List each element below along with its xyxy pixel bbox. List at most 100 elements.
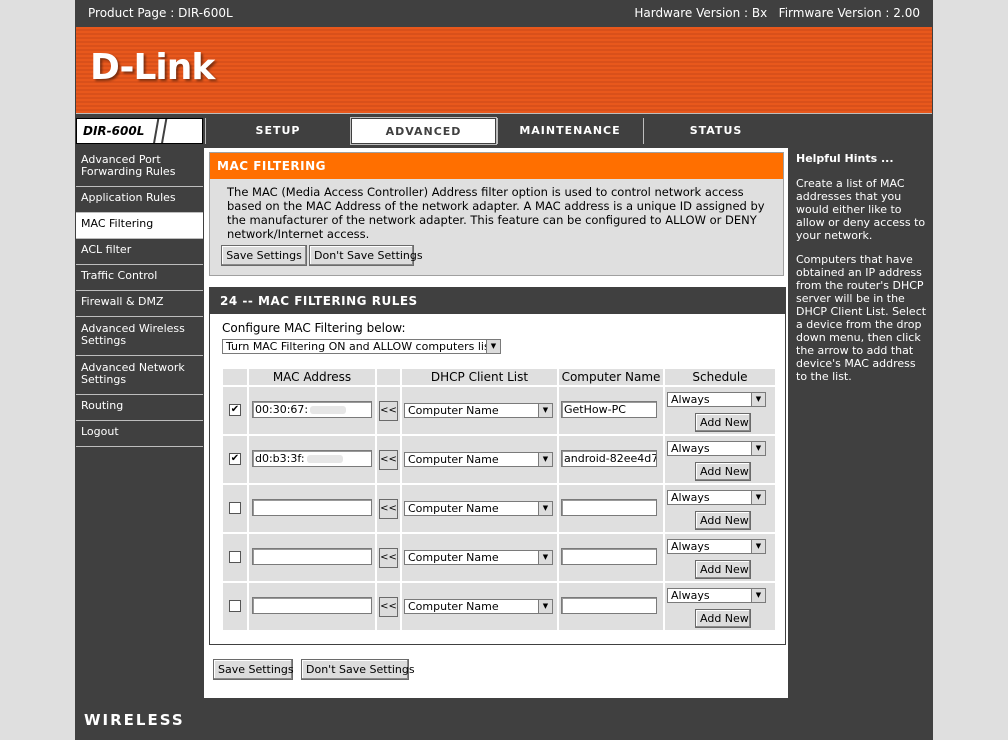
page-frame: Product Page : DIR-600L Hardware Version… (75, 0, 933, 740)
copy-mac-button[interactable]: << (379, 597, 398, 617)
rule-enable-checkbox[interactable] (229, 502, 241, 514)
chevron-down-icon: ▼ (486, 340, 500, 353)
dhcp-client-select[interactable]: Computer Name ▼ (404, 550, 553, 565)
dont-save-settings-button[interactable]: Don't Save Settings (309, 245, 423, 266)
schedule-select[interactable]: Always ▼ (667, 392, 766, 407)
computer-cell (559, 583, 663, 630)
copy-cell: << (377, 583, 400, 630)
save-settings-button[interactable]: Save Settings (221, 245, 307, 266)
add-new-schedule-button[interactable]: Add New (695, 462, 751, 481)
tab-setup[interactable]: SETUP (205, 118, 350, 144)
rule-enable-checkbox[interactable]: ✔ (229, 404, 241, 416)
sidebar-item-port-forwarding[interactable]: Advanced Port Forwarding Rules (76, 148, 203, 187)
chevron-down-icon: ▼ (751, 540, 765, 553)
sidebar-item-mac-filtering[interactable]: MAC Filtering (76, 213, 203, 239)
copy-mac-button[interactable]: << (379, 548, 398, 568)
rule-enable-checkbox[interactable] (229, 551, 241, 563)
sidebar-item-traffic-control[interactable]: Traffic Control (76, 265, 203, 291)
schedule-select[interactable]: Always ▼ (667, 539, 766, 554)
dhcp-client-select[interactable]: Computer Name ▼ (404, 403, 553, 418)
header-dhcp-client-list: DHCP Client List (402, 369, 557, 385)
sidebar: Advanced Port Forwarding Rules Applicati… (76, 148, 203, 447)
add-new-schedule-button[interactable]: Add New (695, 560, 751, 579)
computer-name-input[interactable] (561, 597, 657, 614)
add-new-schedule-button[interactable]: Add New (695, 511, 751, 530)
mac-address-input[interactable] (252, 548, 372, 565)
table-row: ✔ 00:30:67: << Computer Name ▼ GetHow-PC Alway… (223, 387, 775, 434)
copy-cell: << (377, 485, 400, 532)
schedule-value: Always (671, 540, 710, 553)
sidebar-item-application-rules[interactable]: Application Rules (76, 187, 203, 213)
copy-cell: << (377, 534, 400, 581)
mac-address-input[interactable]: d0:b3:3f: (252, 450, 372, 467)
computer-name-input[interactable]: GetHow-PC (561, 401, 657, 418)
sidebar-item-firewall-dmz[interactable]: Firewall & DMZ (76, 291, 203, 317)
computer-name-input[interactable]: android-82ee4d7fe (561, 450, 657, 467)
dont-save-settings-bottom-button[interactable]: Don't Save Settings (301, 659, 415, 680)
mac-address-input[interactable]: 00:30:67: (252, 401, 372, 418)
copy-mac-button[interactable]: << (379, 499, 398, 519)
dhcp-client-select[interactable]: Computer Name ▼ (404, 501, 553, 516)
chevron-down-icon: ▼ (538, 502, 552, 515)
dhcp-client-select[interactable]: Computer Name ▼ (404, 452, 553, 467)
mac-cell: 00:30:67: (249, 387, 375, 434)
footer: WIRELESS (75, 700, 933, 740)
computer-name-input[interactable] (561, 548, 657, 565)
dhcp-client-value: Computer Name (408, 551, 499, 564)
mac-address-input[interactable] (252, 597, 372, 614)
dhcp-client-value: Computer Name (408, 404, 499, 417)
sidebar-item-acl-filter[interactable]: ACL filter (76, 239, 203, 265)
add-new-schedule-button[interactable]: Add New (695, 413, 751, 432)
save-settings-bottom-button[interactable]: Save Settings (213, 659, 294, 680)
dhcp-cell: Computer Name ▼ (402, 485, 557, 532)
copy-mac-button[interactable]: << (379, 450, 398, 470)
schedule-select[interactable]: Always ▼ (667, 588, 766, 603)
mac-address-value: 00:30:67: (255, 403, 309, 416)
redacted-mac (306, 455, 343, 463)
sidebar-item-logout[interactable]: Logout (76, 421, 203, 447)
schedule-cell: Always ▼ Add New (665, 436, 775, 483)
mac-cell (249, 485, 375, 532)
computer-name-input[interactable] (561, 499, 657, 516)
chevron-down-icon: ▼ (751, 393, 765, 406)
filter-mode-select[interactable]: Turn MAC Filtering ON and ALLOW computer… (222, 339, 501, 354)
copy-cell: << (377, 436, 400, 483)
tab-advanced[interactable]: ADVANCED (350, 117, 497, 145)
mac-cell (249, 583, 375, 630)
filter-mode-value: Turn MAC Filtering ON and ALLOW computer… (226, 340, 501, 353)
header-computer-name: Computer Name (559, 369, 663, 385)
schedule-cell: Always ▼ Add New (665, 485, 775, 532)
schedule-select[interactable]: Always ▼ (667, 441, 766, 456)
mac-address-input[interactable] (252, 499, 372, 516)
product-page-label: Product Page : DIR-600L (88, 6, 233, 20)
tab-status[interactable]: STATUS (643, 118, 788, 144)
redacted-mac (310, 406, 347, 414)
schedule-value: Always (671, 393, 710, 406)
model-badge: DIR-600L (76, 118, 203, 144)
schedule-select[interactable]: Always ▼ (667, 490, 766, 505)
dhcp-client-select[interactable]: Computer Name ▼ (404, 599, 553, 614)
tab-maintenance[interactable]: MAINTENANCE (497, 118, 642, 144)
dhcp-client-value: Computer Name (408, 502, 499, 515)
rule-enable-checkbox[interactable]: ✔ (229, 453, 241, 465)
helpful-hints-panel: Helpful Hints ... Create a list of MAC a… (790, 148, 932, 698)
add-new-schedule-button[interactable]: Add New (695, 609, 751, 628)
sidebar-item-advanced-network[interactable]: Advanced Network Settings (76, 356, 203, 395)
mac-cell (249, 534, 375, 581)
sidebar-item-advanced-wireless[interactable]: Advanced Wireless Settings (76, 317, 203, 356)
sidebar-item-routing[interactable]: Routing (76, 395, 203, 421)
wireless-logo: WIRELESS (84, 711, 185, 729)
dhcp-cell: Computer Name ▼ (402, 583, 557, 630)
schedule-cell: Always ▼ Add New (665, 534, 775, 581)
nav-row: DIR-600L SETUP ADVANCED MAINTENANCE STAT… (75, 116, 933, 146)
chevron-down-icon: ▼ (751, 589, 765, 602)
hints-title: Helpful Hints ... (796, 152, 894, 165)
schedule-cell: Always ▼ Add New (665, 583, 775, 630)
copy-mac-button[interactable]: << (379, 401, 398, 421)
copy-cell: << (377, 387, 400, 434)
configure-label: Configure MAC Filtering below: (222, 321, 406, 335)
dhcp-cell: Computer Name ▼ (402, 387, 557, 434)
enable-cell: ✔ (223, 436, 247, 483)
rule-enable-checkbox[interactable] (229, 600, 241, 612)
table-row: << Computer Name ▼ Always ▼ Add New (223, 583, 775, 630)
